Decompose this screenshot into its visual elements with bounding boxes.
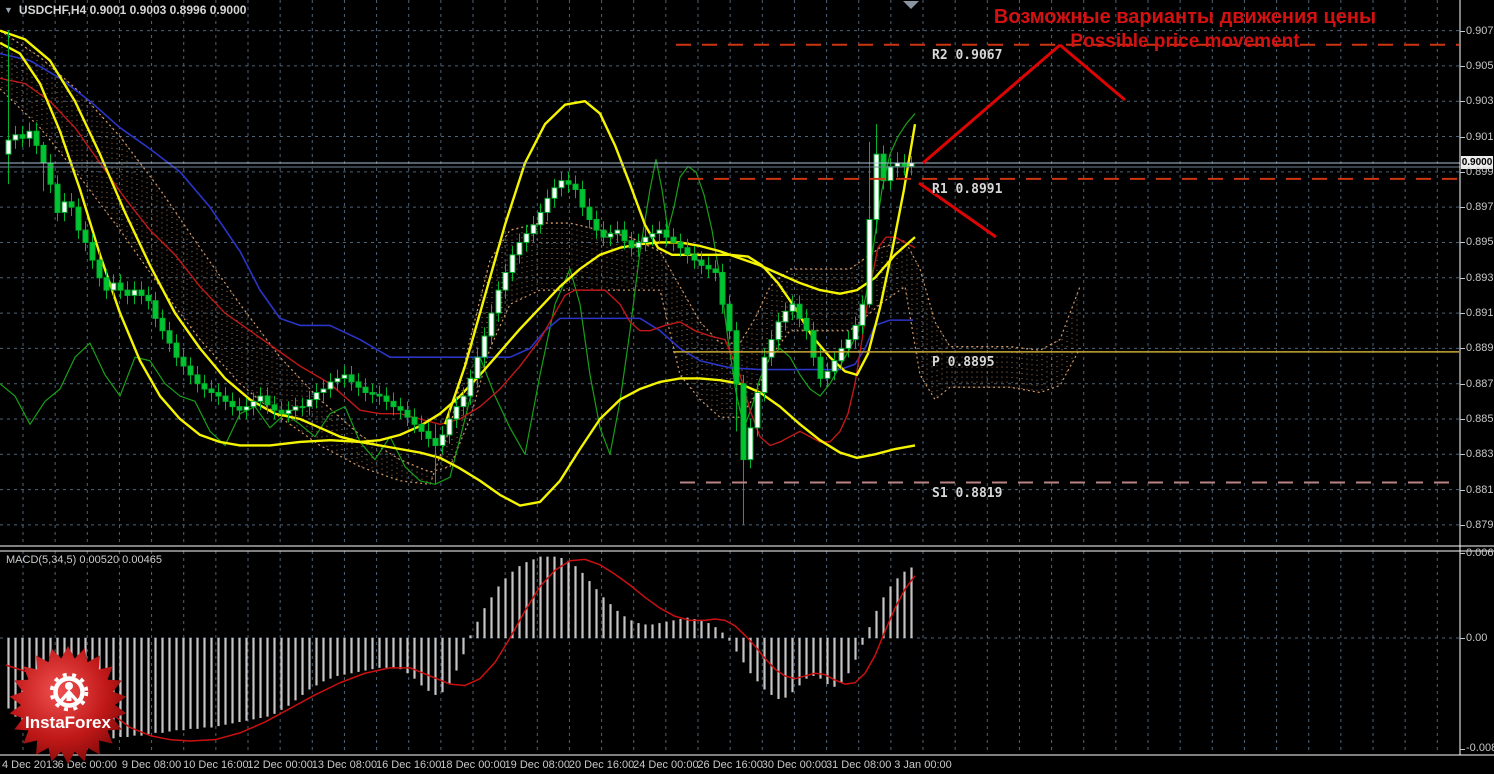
annotation-ru: Возможные варианты движения цены bbox=[993, 6, 1377, 28]
axis-tick bbox=[1460, 638, 1465, 639]
instaforex-brand-text: InstaForex bbox=[25, 713, 112, 732]
date-axis-label: 24 Dec 00:00 bbox=[633, 759, 699, 771]
price-axis-label: 0.8855 bbox=[1466, 412, 1494, 425]
axis-tick bbox=[1460, 277, 1465, 279]
date-axis-label: 13 Dec 08:00 bbox=[311, 759, 378, 771]
macd-axis-label: 0.00 bbox=[1466, 632, 1488, 644]
date-axis-label: 19 Dec 08:00 bbox=[504, 759, 570, 771]
axis-tick bbox=[1460, 524, 1465, 526]
axis-tick bbox=[1460, 136, 1465, 138]
pivot-level-label: R2 0.9067 bbox=[932, 47, 1003, 63]
price-axis-label: 0.8995 bbox=[1466, 165, 1494, 178]
axis-tick bbox=[1460, 171, 1465, 173]
macd-axis-label: 0.00627 bbox=[1466, 546, 1494, 559]
axis-tick bbox=[1460, 207, 1465, 209]
symbol-dropdown-icon[interactable]: ▼ bbox=[4, 5, 13, 15]
pivot-level-label: P 0.8895 bbox=[932, 354, 995, 370]
axis-tick bbox=[1460, 418, 1465, 420]
macd-indicator-label: MACD(5,34,5) 0.00520 0.00465 bbox=[6, 554, 162, 566]
price-axis-label: 0.9035 bbox=[1466, 95, 1494, 108]
axis-tick bbox=[1460, 242, 1465, 244]
macd-axis-label: -0.00816 bbox=[1466, 742, 1494, 754]
date-axis-label: 9 Dec 08:00 bbox=[121, 759, 182, 771]
axis-tick bbox=[1460, 348, 1465, 350]
price-axis-label: 0.8815 bbox=[1466, 483, 1494, 496]
price-axis-label: 0.8955 bbox=[1466, 236, 1494, 249]
axis-tick bbox=[1460, 313, 1465, 315]
price-axis-label: 0.8895 bbox=[1466, 342, 1494, 355]
price-axis-label: 0.8975 bbox=[1466, 201, 1494, 214]
date-axis-label: 18 Dec 00:00 bbox=[440, 759, 506, 771]
date-axis-label: 12 Dec 00:00 bbox=[247, 759, 313, 771]
date-axis-label: 31 Dec 08:00 bbox=[825, 759, 892, 771]
price-axis-label: 0.9055 bbox=[1466, 59, 1494, 72]
axis-tick bbox=[1460, 454, 1465, 456]
date-axis-label: 3 Jan 00:00 bbox=[894, 759, 952, 771]
axis-tick bbox=[1460, 383, 1465, 385]
date-axis-label: 10 Dec 16:00 bbox=[183, 759, 249, 771]
pivot-level-label: R1 0.8991 bbox=[932, 181, 1003, 197]
date-axis-label: 30 Dec 00:00 bbox=[761, 759, 828, 771]
pivot-level-label: S1 0.8819 bbox=[932, 485, 1003, 501]
price-axis-label: 0.9075 bbox=[1466, 24, 1494, 37]
price-axis-label: 0.8875 bbox=[1466, 377, 1494, 390]
date-axis-label: 20 Dec 16:00 bbox=[568, 759, 635, 771]
date-axis-label: 16 Dec 16:00 bbox=[375, 759, 442, 771]
axis-tick bbox=[1460, 65, 1465, 67]
axis-tick bbox=[1460, 101, 1465, 103]
instaforex-watermark: InstaForex bbox=[9, 646, 127, 764]
price-axis-label: 0.8795 bbox=[1466, 518, 1494, 531]
price-axis-label: 0.8835 bbox=[1466, 448, 1494, 461]
price-axis-label: 0.9015 bbox=[1466, 130, 1494, 143]
symbol-title: USDCHF,H4 0.9001 0.9003 0.8996 0.9000 bbox=[18, 3, 247, 17]
price-axis-label: 0.8915 bbox=[1466, 307, 1494, 320]
axis-tick bbox=[1460, 552, 1465, 554]
chart-canvas bbox=[0, 0, 1494, 756]
chart-window: { "window": { "title": "USDCHF,H4 0.9001… bbox=[0, 0, 1494, 774]
price-axis-label: 0.8935 bbox=[1466, 271, 1494, 284]
date-axis-label: 26 Dec 16:00 bbox=[697, 759, 763, 771]
axis-tick bbox=[1460, 489, 1465, 491]
axis-tick bbox=[1460, 748, 1465, 750]
axis-tick bbox=[1460, 30, 1465, 32]
symbol-title-bar[interactable]: ▼ USDCHF,H4 0.9001 0.9003 0.8996 0.9000 bbox=[4, 3, 246, 17]
